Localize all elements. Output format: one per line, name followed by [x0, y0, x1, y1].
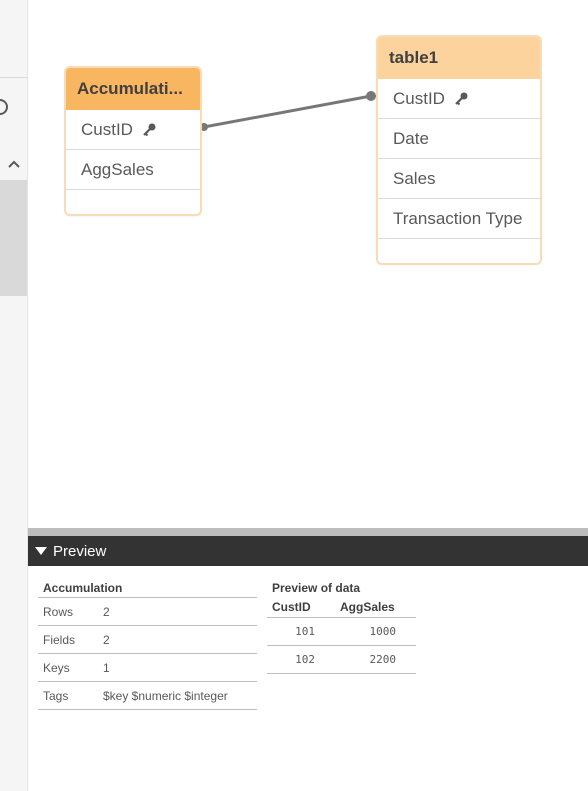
table-cell: 1000	[369, 625, 397, 638]
field-label: Date	[393, 128, 429, 148]
preview-label: Preview	[53, 542, 107, 560]
field-label: Sales	[393, 168, 436, 188]
table-card-title[interactable]: table1	[378, 37, 540, 79]
field-label: CustID	[393, 88, 445, 108]
table-card-title[interactable]: Accumulati...	[66, 68, 200, 110]
table-cell: 101	[295, 625, 315, 638]
preview-toggle-bar[interactable]: Preview	[28, 536, 588, 566]
table-field-sales[interactable]: Sales	[378, 159, 540, 199]
key-icon	[453, 91, 469, 107]
table-card-accumulation[interactable]: Accumulati... CustID AggSales	[66, 68, 200, 214]
table-field-aggsales[interactable]: AggSales	[66, 150, 200, 190]
table-card-footer	[66, 190, 200, 214]
table-field-custid[interactable]: CustID	[378, 79, 540, 119]
metadata-key: Rows	[43, 604, 74, 619]
preview-data-title: Preview of data	[272, 581, 361, 595]
metadata-value: 1	[103, 660, 110, 675]
table-field-date[interactable]: Date	[378, 119, 540, 159]
metadata-row: Keys 1	[38, 654, 257, 682]
table-cell: 2200	[369, 653, 397, 666]
preview-panel: Accumulation Rows 2 Fields 2 Keys 1 Tags…	[28, 566, 588, 791]
table-card-footer	[378, 239, 540, 263]
table-card-table1[interactable]: table1 CustID Date Sales Transaction Typ…	[378, 37, 540, 263]
field-label: CustID	[81, 119, 133, 139]
field-label: Transaction Type	[393, 208, 523, 228]
table-header-row: CustID AggSales	[267, 597, 416, 618]
metadata-title: Accumulation	[38, 580, 257, 598]
column-header: AggSales	[340, 600, 395, 614]
table-metadata: Accumulation Rows 2 Fields 2 Keys 1 Tags…	[38, 580, 257, 710]
left-panel-header	[0, 0, 27, 78]
metadata-key: Tags	[43, 688, 69, 703]
metadata-value: 2	[103, 604, 110, 619]
key-icon	[141, 122, 157, 138]
table-cell: 102	[295, 653, 315, 666]
chevron-up-icon[interactable]	[0, 150, 27, 178]
table-field-transaction-type[interactable]: Transaction Type	[378, 199, 540, 239]
column-header: CustID	[272, 600, 311, 614]
field-label: AggSales	[81, 159, 154, 179]
search-icon[interactable]	[0, 92, 10, 122]
metadata-value: $key $numeric $integer	[103, 688, 228, 703]
metadata-row: Rows 2	[38, 598, 257, 626]
metadata-row: Fields 2	[38, 626, 257, 654]
preview-data-table: Preview of data CustID AggSales 101 1000…	[267, 580, 416, 674]
metadata-row: Tags $key $numeric $integer	[38, 682, 257, 710]
table-field-custid[interactable]: CustID	[66, 110, 200, 150]
metadata-value: 2	[103, 632, 110, 647]
preview-resize-handle[interactable]	[28, 528, 588, 536]
metadata-key: Keys	[43, 660, 70, 675]
left-panel-scrollbar[interactable]	[0, 180, 27, 296]
metadata-key: Fields	[43, 632, 76, 647]
table-row: 101 1000	[267, 618, 416, 646]
table-row: 102 2200	[267, 646, 416, 674]
triangle-down-icon	[35, 543, 47, 560]
